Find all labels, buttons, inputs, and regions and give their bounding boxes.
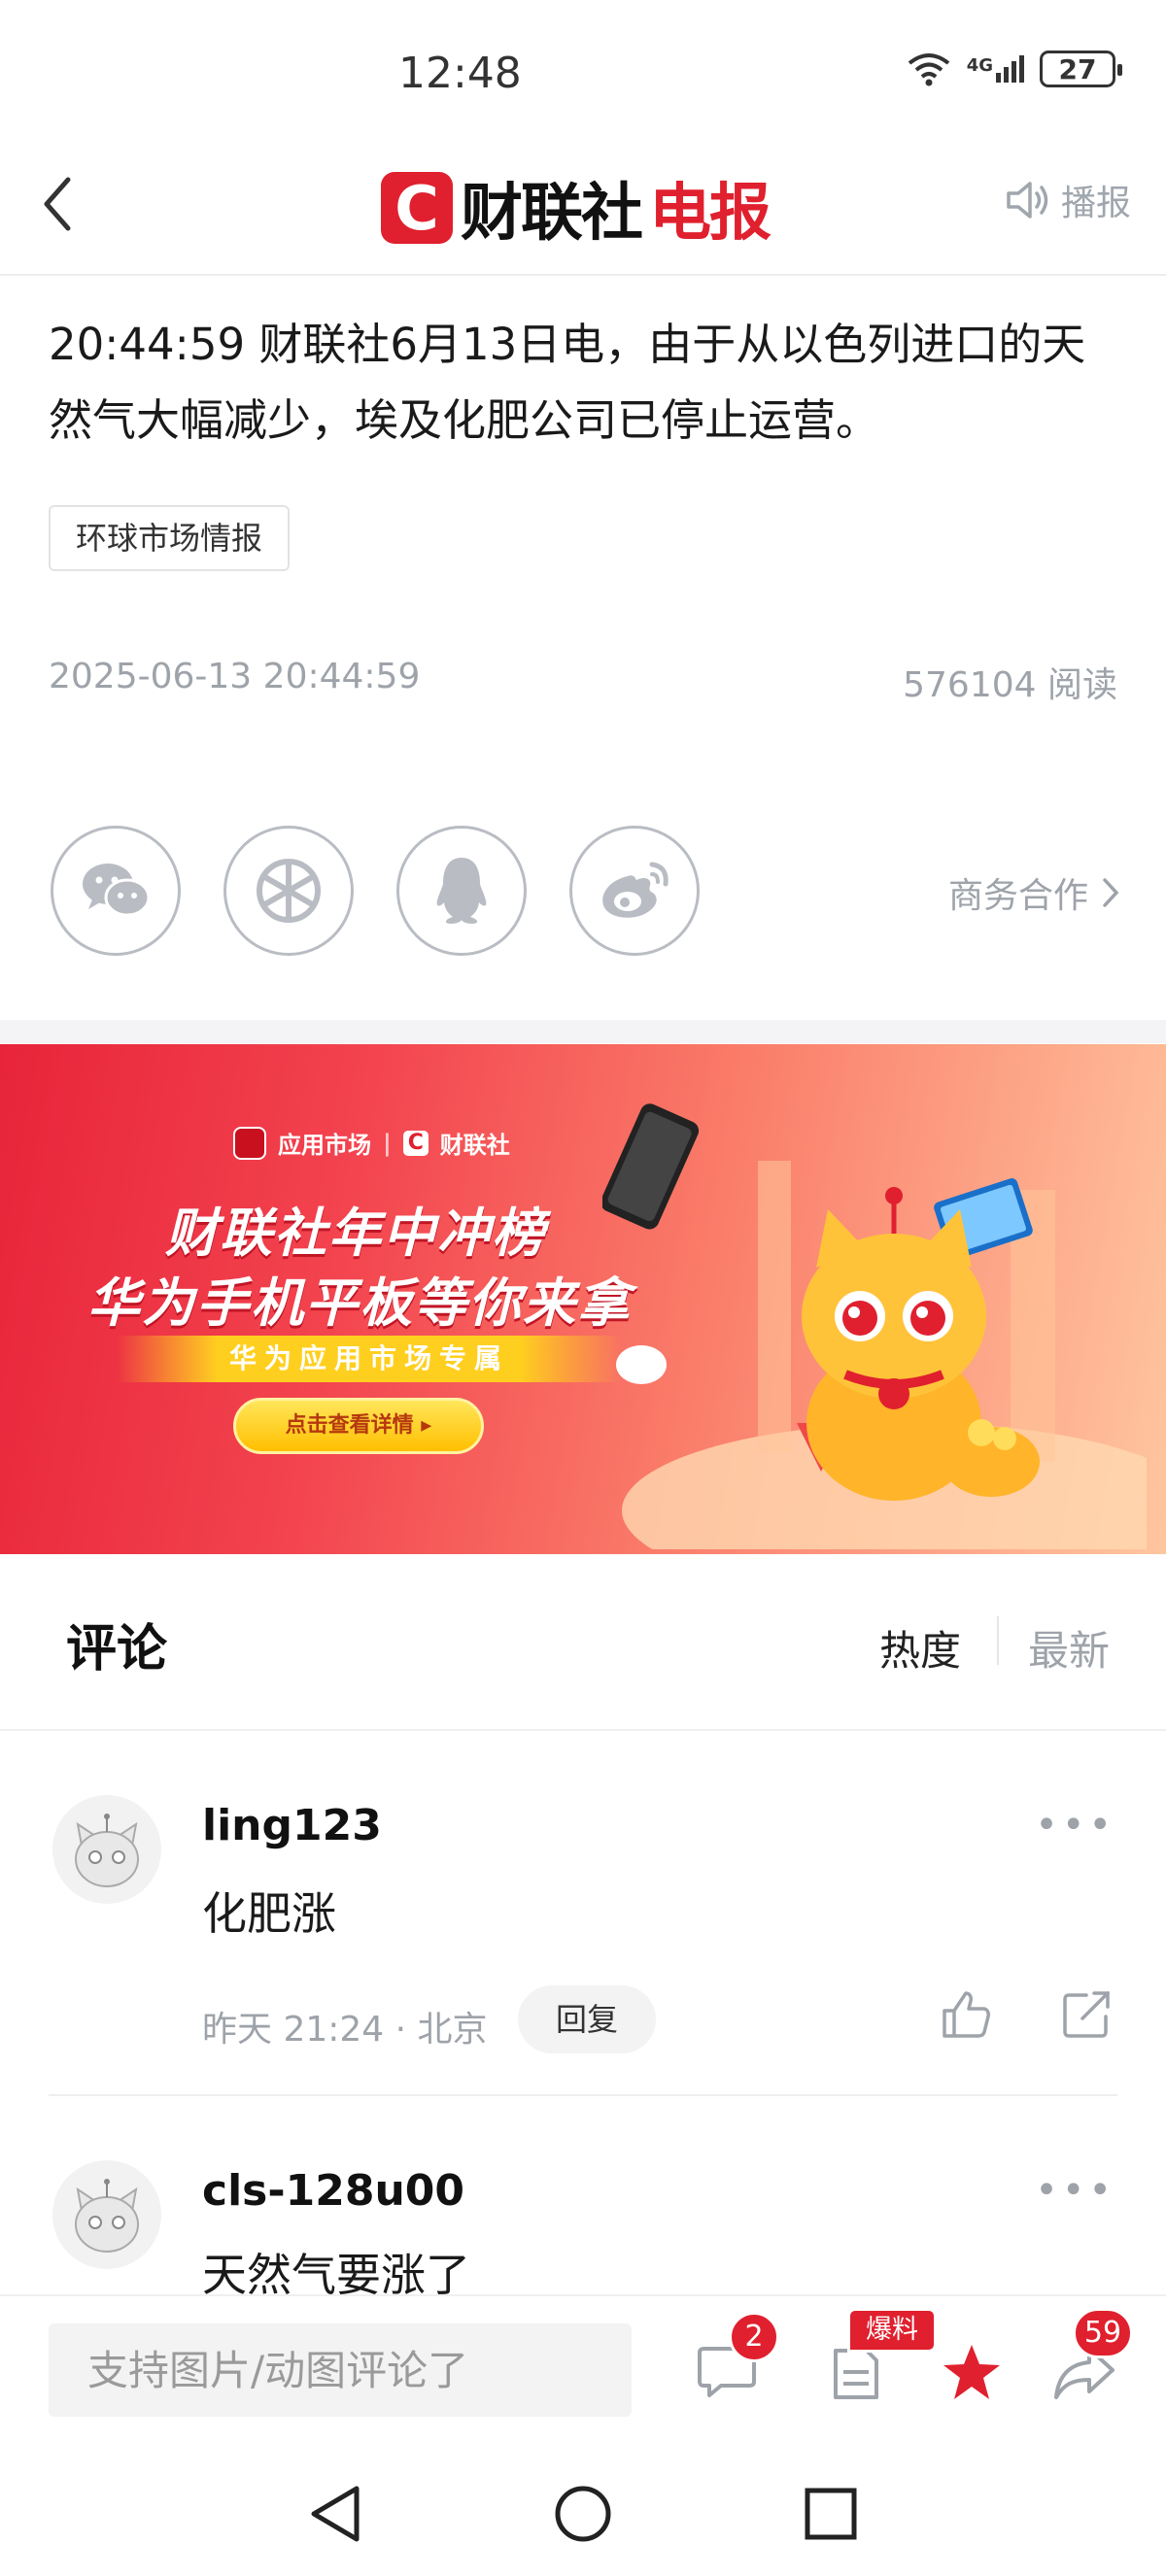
comment-avatar[interactable] (52, 1795, 161, 1904)
weibo-icon (602, 862, 669, 918)
promo-banner[interactable]: 应用市场 | C 财联社 财联社年中冲榜 华为手机平板等你来拿 华为应用市场专属… (0, 1044, 1166, 1554)
report-badge: 爆料 (847, 2308, 937, 2353)
signal-icon: 4G (967, 55, 1024, 83)
comment-separator (49, 2094, 1117, 2096)
huawei-appgallery-icon (233, 1126, 266, 1160)
banner-brand-app: 应用市场 (278, 1132, 371, 1159)
nav-home-button[interactable] (544, 2475, 622, 2553)
banner-details-button[interactable]: 点击查看详情 ▸ (233, 1398, 484, 1454)
nav-recents-button[interactable] (792, 2475, 870, 2553)
comment-count-badge: 2 (729, 2312, 779, 2362)
cat-avatar-icon (75, 2179, 139, 2253)
share-count-badge: 59 (1073, 2308, 1133, 2358)
chevron-right-icon (1103, 878, 1119, 907)
status-time: 12:48 (398, 49, 522, 98)
comments-divider (0, 1729, 1166, 1731)
broadcast-button[interactable]: 播报 (1005, 175, 1131, 225)
comments-title: 评论 (66, 1620, 168, 1678)
battery-indicator: 27 (1040, 51, 1122, 87)
broadcast-label: 播报 (1060, 184, 1131, 223)
wechat-icon (83, 864, 151, 917)
wifi-icon (908, 53, 949, 86)
topic-tag[interactable]: 环球市场情报 (49, 505, 291, 571)
article-body: 20:44:59 财联社6月13日电，由于从以色列进口的天然气大幅减少，埃及化肥… (49, 319, 1086, 446)
speaker-icon (1007, 182, 1048, 219)
report-news-button[interactable]: 爆料 (816, 2308, 937, 2411)
publish-date: 2025-06-13 20:44:59 (49, 657, 421, 696)
share-comment-button[interactable] (1059, 1987, 1117, 2046)
read-count: 576104 阅读 (903, 665, 1117, 705)
share-arrow-icon (1063, 1991, 1110, 2038)
logo-text-primary: 财联社 (461, 178, 643, 250)
banner-brand: 应用市场 | C 财联社 (233, 1126, 510, 1160)
header-divider (0, 274, 1166, 276)
banner-mascot-illustration (602, 1103, 1147, 1549)
cat-avatar-icon (75, 1813, 139, 1887)
share-wechat-button[interactable] (51, 826, 181, 956)
moments-icon (257, 859, 321, 923)
banner-strip: 华为应用市场专属 (117, 1336, 622, 1382)
comment-input[interactable] (49, 2323, 632, 2417)
comment-meta: 昨天 21:24 · 北京 (202, 2010, 488, 2050)
comment-username[interactable]: ling123 (202, 1801, 382, 1850)
share-qq-button[interactable] (396, 826, 527, 956)
sort-separator (997, 1616, 999, 1665)
like-button[interactable] (939, 1987, 997, 2046)
back-button[interactable] (39, 170, 87, 238)
banner-brand-name: 财联社 (439, 1132, 510, 1159)
chevron-left-icon (44, 177, 71, 231)
share-weibo-button[interactable] (569, 826, 700, 956)
sort-by-hot-tab[interactable]: 热度 (879, 1618, 961, 1678)
comment-more-button[interactable]: ••• (1035, 1803, 1115, 1847)
comment-username[interactable]: cls-128u00 (202, 2166, 464, 2216)
network-type: 4G (966, 55, 993, 76)
logo-text-accent: 电报 (649, 178, 772, 250)
business-cooperation-link[interactable]: 商务合作 (948, 867, 1119, 918)
banner-headline-2: 华为手机平板等你来拿 (87, 1272, 632, 1334)
section-divider (0, 1020, 1166, 1043)
app-logo: C 财联社 电报 (381, 163, 772, 253)
business-cooperation-label: 商务合作 (947, 876, 1088, 916)
banner-headline-1: 财联社年中冲榜 (165, 1203, 546, 1264)
comment-more-button[interactable]: ••• (1035, 2168, 1115, 2213)
comment-avatar[interactable] (52, 2160, 161, 2269)
nav-back-button[interactable] (296, 2475, 374, 2553)
qq-icon (436, 858, 487, 924)
comments-button[interactable]: 2 (688, 2312, 779, 2411)
thumbs-up-icon (943, 1991, 990, 2038)
square-recents-icon (805, 2488, 857, 2540)
share-button[interactable]: 59 (1046, 2308, 1133, 2411)
status-icons: 4G 27 (907, 51, 1122, 87)
favorite-button[interactable] (933, 2333, 1011, 2411)
cls-logo-icon: C (402, 1130, 429, 1156)
circle-home-icon (555, 2486, 611, 2542)
sort-by-latest-tab[interactable]: 最新 (1028, 1618, 1110, 1678)
triangle-back-icon (311, 2486, 360, 2542)
share-moments-button[interactable] (223, 826, 354, 956)
reply-button[interactable]: 回复 (518, 1985, 656, 2053)
comment-text: 化肥涨 (202, 1887, 336, 1940)
star-icon (943, 2345, 1000, 2399)
logo-mark: C (381, 172, 453, 244)
